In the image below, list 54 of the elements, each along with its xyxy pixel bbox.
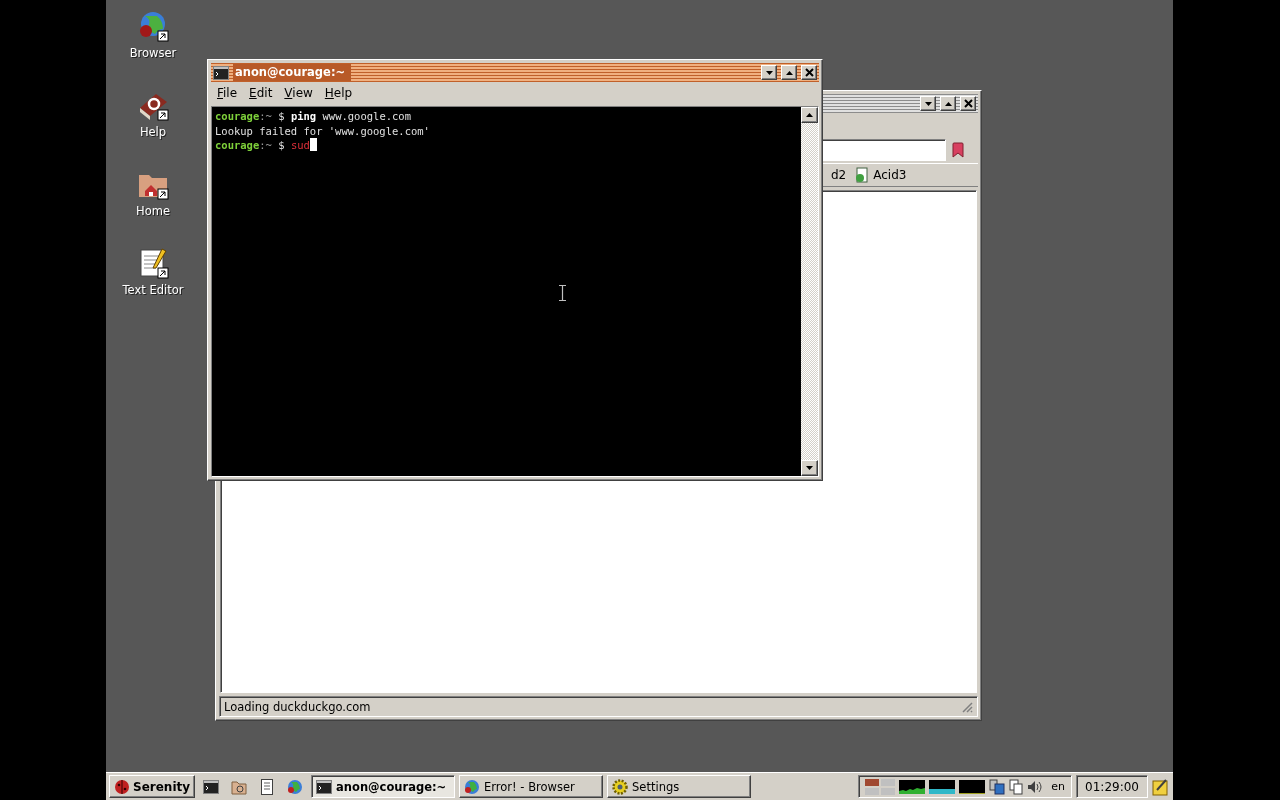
- close-button[interactable]: [960, 96, 976, 111]
- icon-label[interactable]: Home: [136, 204, 170, 218]
- network-graph-icon[interactable]: [929, 779, 956, 794]
- note-icon[interactable]: [1152, 777, 1170, 796]
- memory-graph-icon[interactable]: [959, 779, 986, 794]
- bookmark-link[interactable]: Acid3: [854, 167, 907, 183]
- keymap-indicator[interactable]: en: [1051, 780, 1066, 793]
- globe-icon: [287, 778, 304, 795]
- speaker-icon[interactable]: [1027, 779, 1044, 794]
- caret-down-icon: [924, 101, 932, 106]
- caret-up-icon: [785, 70, 793, 75]
- close-button[interactable]: [801, 65, 817, 80]
- icon-label[interactable]: Text Editor: [122, 283, 184, 297]
- icon-label[interactable]: Help: [139, 125, 167, 139]
- terminal-icon: [316, 779, 333, 794]
- scroll-up-button[interactable]: [801, 107, 818, 123]
- caret-down-icon: [806, 466, 813, 470]
- ladybug-icon: [114, 778, 130, 795]
- folder-icon: [231, 778, 248, 795]
- bookmark-icon[interactable]: [952, 142, 964, 158]
- text-pointer-icon: [559, 285, 566, 301]
- notepad-icon: [261, 778, 274, 795]
- caret-down-icon: [765, 70, 773, 75]
- scrollbar[interactable]: [801, 107, 818, 476]
- cpu-graph-icon[interactable]: [899, 779, 926, 794]
- caret-up-icon: [944, 101, 952, 106]
- gear-icon: [612, 778, 629, 795]
- terminal-icon: [213, 65, 229, 80]
- window-title: anon@courage:~: [233, 64, 352, 81]
- icon-label[interactable]: Browser: [129, 46, 177, 60]
- start-button[interactable]: Serenity: [109, 775, 196, 798]
- menu-item[interactable]: View: [284, 86, 313, 102]
- task-button[interactable]: Error! - Browser: [459, 775, 604, 798]
- maximize-button[interactable]: [781, 65, 797, 80]
- menu-item[interactable]: File: [217, 86, 238, 102]
- terminal-output[interactable]: courage:~ $ ping www.google.com Lookup failed for 'www.google.com' courage:~ $ sud: [212, 107, 801, 476]
- globe-icon: [464, 778, 481, 795]
- menu-item[interactable]: Help: [324, 86, 353, 102]
- terminal-icon: [203, 779, 220, 794]
- maximize-button[interactable]: [940, 96, 956, 111]
- scroll-down-button[interactable]: [801, 460, 818, 476]
- workspace-switcher-icon[interactable]: [865, 778, 896, 795]
- status-text: Loading duckduckgo.com: [224, 699, 371, 714]
- task-button[interactable]: anon@courage:~: [311, 775, 456, 798]
- clock[interactable]: 01:29:00: [1076, 775, 1148, 798]
- task-button[interactable]: Settings: [607, 775, 752, 798]
- minimize-button[interactable]: [761, 65, 777, 80]
- minimize-button[interactable]: [920, 96, 936, 111]
- bookmark-link[interactable]: d2: [831, 168, 847, 182]
- menu-item[interactable]: Edit: [249, 86, 273, 102]
- pages-icon[interactable]: [1009, 778, 1024, 795]
- resize-grip-icon[interactable]: [961, 700, 973, 713]
- page-icon: [854, 167, 869, 183]
- network-icon[interactable]: [989, 778, 1006, 795]
